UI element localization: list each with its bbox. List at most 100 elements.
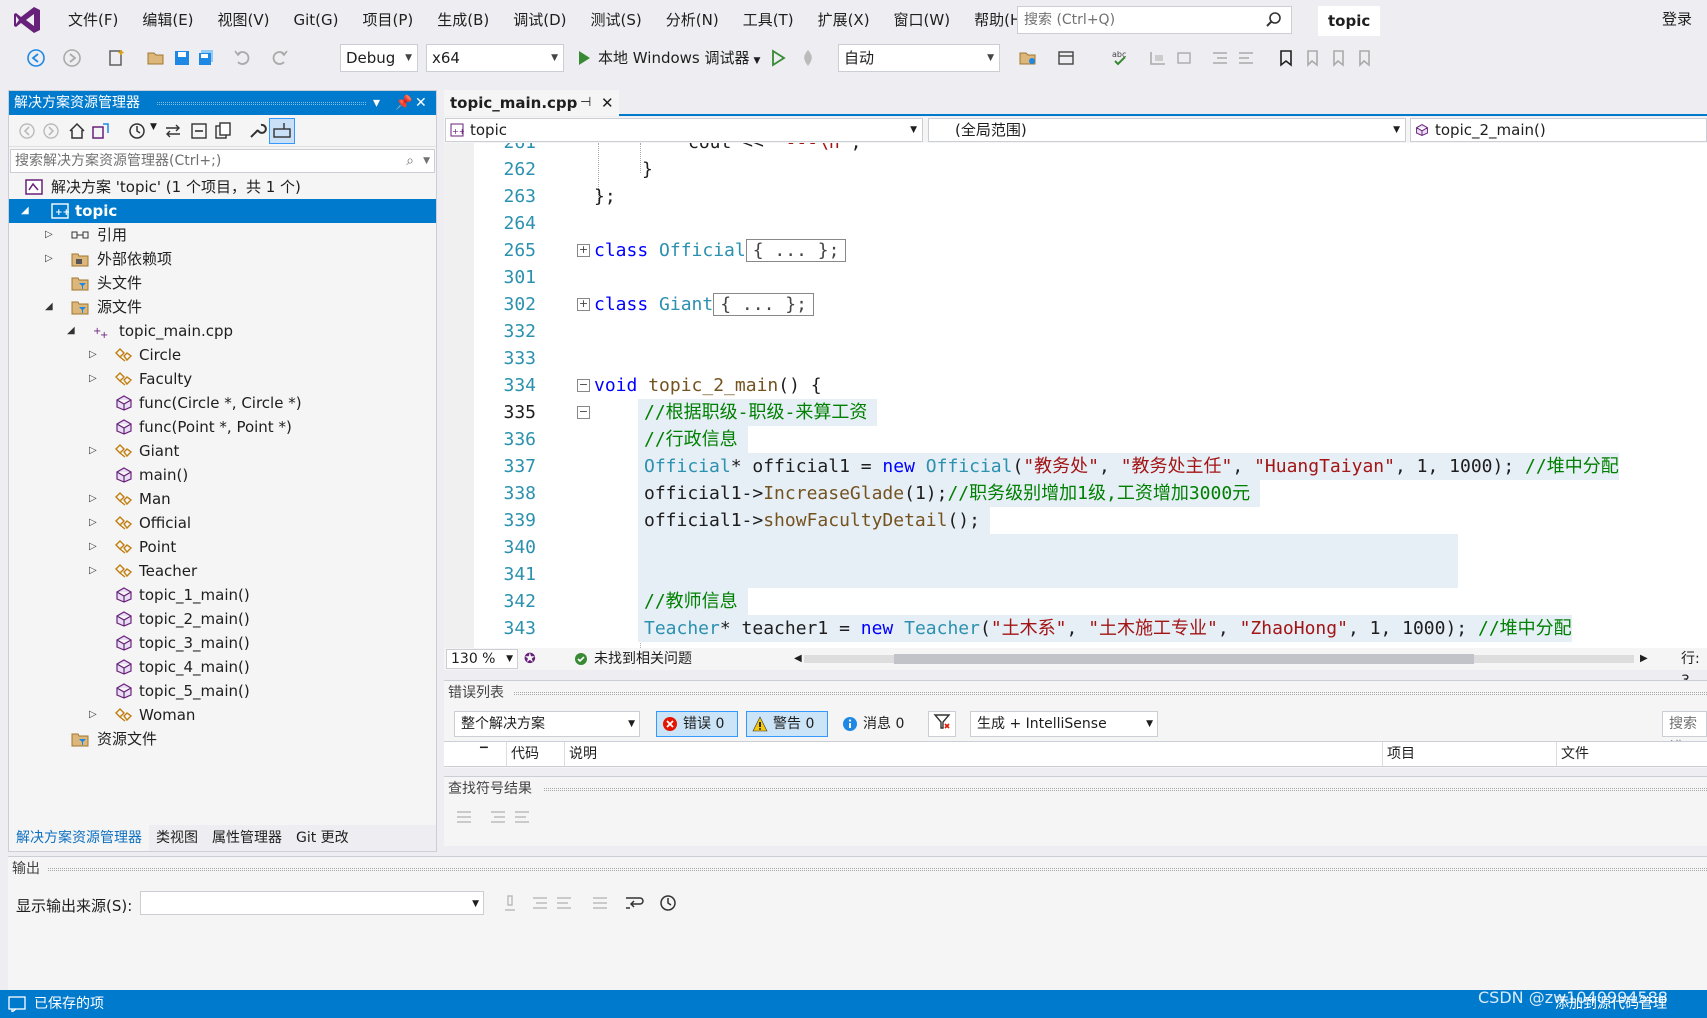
member-dropdown[interactable]: topic_2_main() [1410, 118, 1707, 142]
column-project[interactable]: 项目 [1382, 742, 1556, 766]
scope-dropdown[interactable]: (全局范围) ▼ [928, 118, 1406, 142]
column-description[interactable]: 说明 [564, 742, 1382, 766]
messages-filter-toggle[interactable]: 消息 0 [836, 711, 918, 737]
find-message-in-code-icon[interactable] [500, 893, 520, 913]
indent-icon[interactable] [1236, 48, 1256, 68]
error-scope-select[interactable]: 整个解决方案 ▼ [454, 711, 640, 737]
collapse-region-icon[interactable]: − [577, 406, 590, 419]
glyph-margin[interactable] [444, 143, 474, 648]
outdent-icon[interactable] [1210, 48, 1230, 68]
home-icon[interactable] [67, 121, 87, 141]
next-bookmark-icon[interactable] [1328, 48, 1348, 68]
open-folder-icon[interactable] [146, 48, 166, 68]
expand-arrow-icon[interactable]: ▷ [89, 511, 101, 535]
word-wrap-icon[interactable] [624, 893, 644, 913]
menu-debug[interactable]: 调试(D) [501, 0, 578, 40]
expand-arrow-icon[interactable]: ▷ [89, 535, 101, 559]
platform-select[interactable]: x64 ▼ [426, 44, 564, 72]
pin-icon[interactable]: ⊣ [580, 90, 591, 116]
column-code[interactable]: 代码 [506, 742, 564, 766]
previous-message-icon[interactable] [530, 893, 550, 913]
visual-studio-logo-icon[interactable] [12, 5, 42, 35]
menu-project[interactable]: 项目(P) [351, 0, 426, 40]
forward-icon[interactable] [41, 121, 61, 141]
menu-test[interactable]: 测试(S) [579, 0, 654, 40]
timestamps-clock-icon[interactable] [658, 893, 678, 913]
new-project-icon[interactable] [106, 48, 126, 68]
tab-solution-explorer[interactable]: 解决方案资源管理器 [9, 825, 149, 851]
clear-all-icon[interactable] [590, 893, 610, 913]
menu-git[interactable]: Git(G) [282, 0, 351, 40]
pending-changes-filter-icon[interactable] [127, 121, 147, 141]
start-debugging-icon[interactable] [574, 48, 594, 68]
clear-all-icon[interactable] [454, 807, 474, 827]
undo-icon[interactable] [232, 48, 252, 68]
expand-region-icon[interactable]: + [577, 298, 590, 311]
redo-icon[interactable] [270, 48, 290, 68]
prev-bookmark-icon[interactable] [1302, 48, 1322, 68]
tab-topic-main-cpp[interactable]: topic_main.cpp ⊣ ✕ [444, 90, 619, 116]
expand-arrow-icon[interactable]: ▷ [89, 343, 101, 367]
hot-reload-icon[interactable] [798, 48, 818, 68]
previous-location-icon[interactable] [488, 807, 508, 827]
menu-edit[interactable]: 编辑(E) [130, 0, 205, 40]
window-options-icon[interactable]: ▾ [373, 91, 380, 115]
show-all-files-icon[interactable] [213, 121, 233, 141]
tree-solution[interactable]: 解决方案 'topic' (1 个项目，共 1 个) [9, 175, 436, 199]
tree-project-topic[interactable]: ◢ ++ topic [9, 199, 436, 223]
error-search-input[interactable]: 搜索错 [1662, 711, 1707, 756]
comment-out-icon[interactable] [1148, 48, 1168, 68]
uncomment-icon[interactable] [1174, 48, 1194, 68]
back-icon[interactable] [17, 121, 37, 141]
output-source-select[interactable]: ▼ [140, 891, 484, 915]
intellicode-icon[interactable]: ✪ [524, 648, 536, 670]
build-intellisense-select[interactable]: 生成 + IntelliSense ▼ [970, 711, 1158, 737]
run-target-button[interactable]: 本地 Windows 调试器 ▼ [598, 46, 760, 73]
sign-in-link[interactable]: 登录 [1662, 8, 1692, 29]
horizontal-scrollbar-thumb[interactable] [894, 654, 1474, 664]
search-input[interactable]: 搜索 (Ctrl+Q) [1017, 6, 1292, 34]
tab-class-view[interactable]: 类视图 [149, 825, 205, 851]
column-handle[interactable]: ▔ [476, 742, 506, 766]
errors-filter-toggle[interactable]: 错误 0 [656, 711, 738, 737]
expand-arrow-icon[interactable]: ▷ [89, 439, 101, 463]
collapse-all-icon[interactable] [189, 121, 209, 141]
notification-icon[interactable] [8, 996, 26, 1012]
spell-check-icon[interactable]: abc [1110, 48, 1130, 68]
expand-arrow-icon[interactable]: ▷ [89, 559, 101, 583]
pin-icon[interactable]: 📌 [395, 91, 412, 115]
menu-build[interactable]: 生成(B) [425, 0, 501, 40]
sync-active-document-icon[interactable] [163, 121, 183, 141]
expand-arrow-icon[interactable]: ▷ [89, 703, 101, 727]
window-layout-icon[interactable] [1056, 48, 1076, 68]
bookmark-icon[interactable] [1276, 48, 1296, 68]
zoom-select[interactable]: 130 % ▼ [446, 649, 518, 669]
next-message-icon[interactable] [554, 893, 574, 913]
tab-git-changes[interactable]: Git 更改 [289, 825, 356, 851]
collapse-arrow-icon[interactable]: ◢ [45, 295, 57, 319]
column-file[interactable]: 文件 [1556, 742, 1707, 766]
menu-view[interactable]: 视图(V) [206, 0, 282, 40]
browse-folder-icon[interactable] [1018, 48, 1038, 68]
forward-icon[interactable] [62, 48, 82, 68]
collapse-region-icon[interactable]: − [577, 379, 590, 392]
scroll-right-icon[interactable]: ▶ [1640, 648, 1648, 670]
collapse-arrow-icon[interactable]: ◢ [67, 319, 79, 343]
expand-region-icon[interactable]: + [577, 244, 590, 257]
warnings-filter-toggle[interactable]: 警告 0 [746, 711, 828, 737]
menu-window[interactable]: 窗口(W) [882, 0, 963, 40]
project-dropdown[interactable]: ++ topic ▼ [445, 118, 923, 142]
configuration-select[interactable]: Debug ▼ [340, 44, 418, 72]
solution-platform-auto-select[interactable]: 自动 ▼ [838, 44, 1000, 72]
menu-extensions[interactable]: 扩展(X) [806, 0, 882, 40]
clear-bookmarks-icon[interactable] [1354, 48, 1374, 68]
properties-wrench-icon[interactable] [247, 121, 267, 141]
scroll-left-icon[interactable]: ◀ [794, 648, 802, 670]
menu-analyze[interactable]: 分析(N) [654, 0, 731, 40]
close-icon[interactable]: ✕ [601, 90, 614, 116]
close-icon[interactable]: ✕ [415, 91, 427, 115]
start-without-debugging-icon[interactable] [768, 48, 788, 68]
expand-arrow-icon[interactable]: ▷ [89, 487, 101, 511]
expand-arrow-icon[interactable]: ▷ [45, 223, 57, 247]
expand-arrow-icon[interactable]: ▷ [89, 367, 101, 391]
